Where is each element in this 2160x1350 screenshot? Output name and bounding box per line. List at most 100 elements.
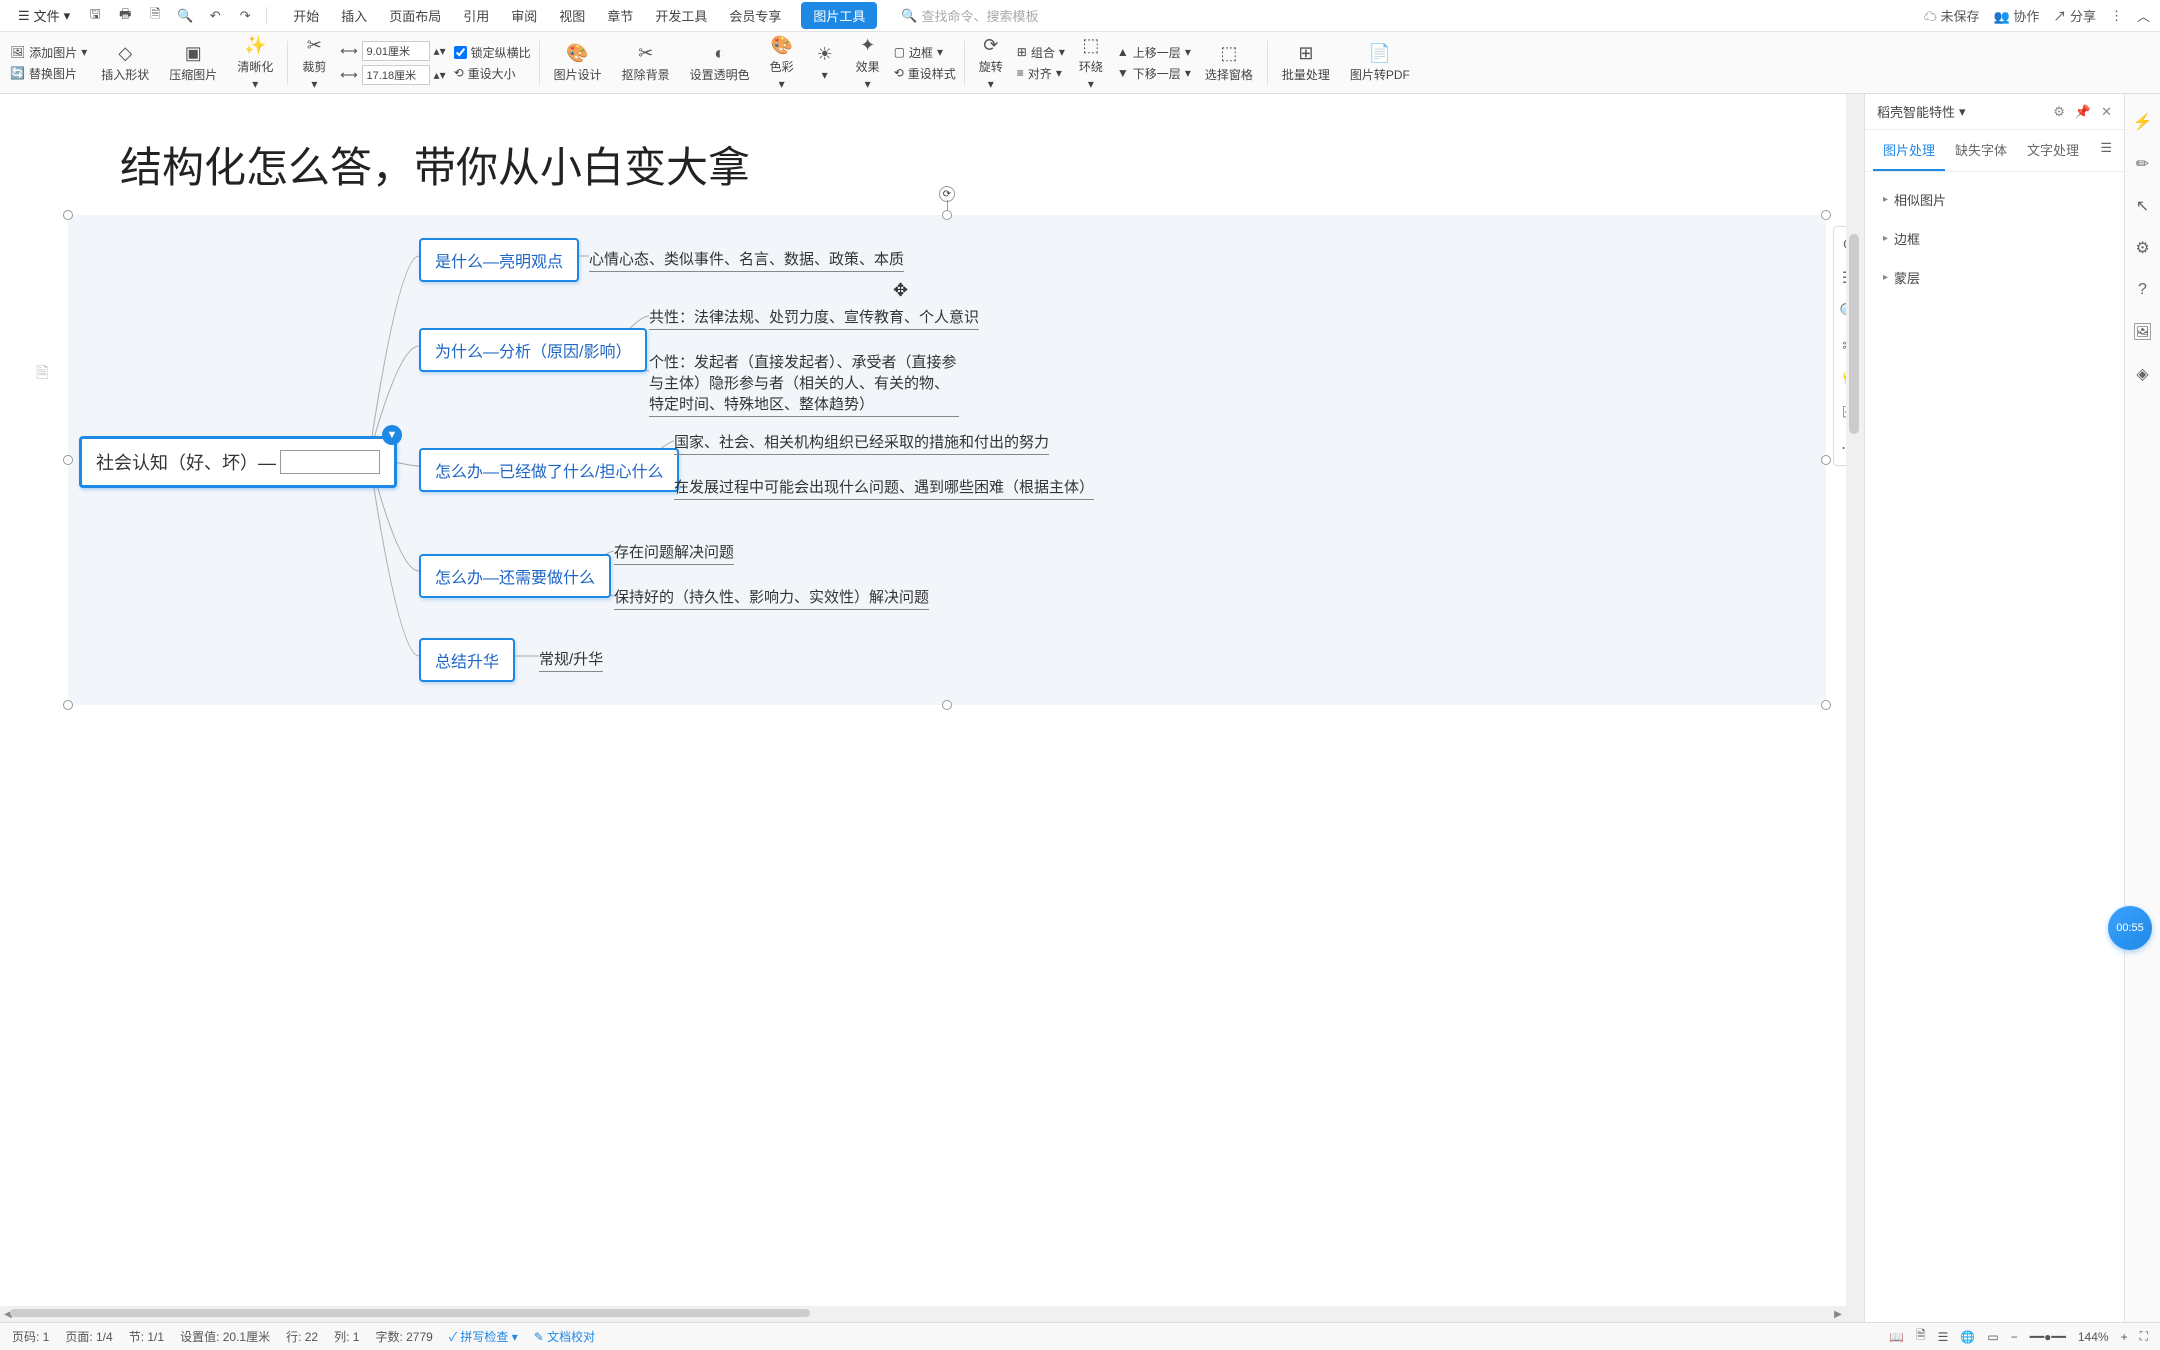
resize-handle[interactable] xyxy=(1821,700,1831,710)
close-panel-icon[interactable]: ✕ xyxy=(2101,104,2112,120)
panel-title[interactable]: 稻壳智能特性 ▾ xyxy=(1877,102,1966,121)
reset-size-button[interactable]: ⟲ 重设大小 xyxy=(454,65,531,82)
resize-handle[interactable] xyxy=(1821,455,1831,465)
resize-handle[interactable] xyxy=(942,700,952,710)
unsaved-indicator[interactable]: ☁ 未保存 xyxy=(1924,6,1980,25)
lock-ratio-checkbox[interactable]: 锁定纵横比 xyxy=(454,44,531,61)
crop-button[interactable]: ✂裁剪 ▾ xyxy=(296,34,332,91)
resize-handle[interactable] xyxy=(63,455,73,465)
image-design-button[interactable]: 🎨图片设计 xyxy=(548,42,608,83)
collapse-badge[interactable]: ▼ xyxy=(382,425,402,445)
menu-tab[interactable]: 图片工具 xyxy=(801,2,877,29)
to-pdf-button[interactable]: 📄图片转PDF xyxy=(1344,42,1416,83)
command-search[interactable]: 🔍 查找命令、搜索模板 xyxy=(901,6,1038,25)
panel-item[interactable]: 相似图片 xyxy=(1865,180,2124,219)
menu-tab[interactable]: 审阅 xyxy=(509,2,539,29)
preview-icon[interactable]: 🗎 xyxy=(142,3,168,29)
up-layer-button[interactable]: ▲ 上移一层 ▾ xyxy=(1117,44,1191,61)
idea-tool-icon[interactable]: 💡 xyxy=(1834,363,1846,397)
settings-icon[interactable]: ⚙ xyxy=(2053,104,2065,120)
menu-tab[interactable]: 开发工具 xyxy=(653,2,709,29)
panel-item[interactable]: 边框 xyxy=(1865,219,2124,258)
vertical-scrollbar[interactable] xyxy=(1846,94,1864,1322)
collapse-tool-icon[interactable]: ⊖ xyxy=(1834,227,1846,261)
wrap-button[interactable]: ⬚环绕 ▾ xyxy=(1073,34,1109,91)
effect-button[interactable]: ✦效果 ▾ xyxy=(850,34,886,91)
collapse-ribbon-icon[interactable]: ︿ xyxy=(2137,6,2150,25)
view-mode-icon[interactable]: 📖 xyxy=(1889,1330,1904,1344)
horizontal-scrollbar[interactable]: ◀▶ xyxy=(0,1306,1846,1322)
menu-tab[interactable]: 视图 xyxy=(557,2,587,29)
rail-photo-icon[interactable]: 🖼 xyxy=(2131,320,2155,344)
undo-icon[interactable]: ↶ xyxy=(202,3,228,29)
compress-button[interactable]: ▣压缩图片 xyxy=(163,42,223,83)
more-tool-icon[interactable]: ⋯ xyxy=(1834,431,1846,465)
collab-button[interactable]: 👥 协作 xyxy=(1994,6,2040,25)
menu-tab[interactable]: 会员专享 xyxy=(727,2,783,29)
save-icon[interactable]: 🖫 xyxy=(82,3,108,29)
share-button[interactable]: ↗ 分享 xyxy=(2053,6,2096,25)
select-pane-button[interactable]: ⬚选择窗格 xyxy=(1199,42,1259,83)
timer-badge[interactable]: 00:55 xyxy=(2108,906,2152,950)
down-layer-button[interactable]: ▼ 下移一层 ▾ xyxy=(1117,65,1191,82)
zoom-value[interactable]: 144% xyxy=(2078,1330,2109,1344)
spellcheck-button[interactable]: ✓ 拼写检查 ▾ xyxy=(449,1328,518,1345)
panel-tab[interactable]: 缺失字体 xyxy=(1945,130,2017,171)
menu-tab[interactable]: 开始 xyxy=(291,2,321,29)
zoom-slider[interactable]: ━━●━━ xyxy=(2030,1330,2066,1344)
fullscreen-icon[interactable]: ⛶ xyxy=(2140,1329,2148,1344)
rail-help-icon[interactable]: ? xyxy=(2131,278,2155,302)
resize-handle[interactable] xyxy=(63,210,73,220)
border-button[interactable]: ▢ 边框 ▾ xyxy=(894,44,956,61)
crop-tool-icon[interactable]: ✂ xyxy=(1834,329,1846,363)
align-button[interactable]: ≡ 对齐 ▾ xyxy=(1017,65,1065,82)
add-image-button[interactable]: 🖼添加图片 ▾ xyxy=(10,44,87,61)
reset-style-button[interactable]: ⟲ 重设样式 xyxy=(894,65,956,82)
view-read-icon[interactable]: ▭ xyxy=(1987,1330,1998,1344)
layout-tool-icon[interactable]: ☰ xyxy=(1834,261,1846,295)
transparency-button[interactable]: ◐设置透明色 xyxy=(684,42,756,83)
brightness-icon[interactable]: ☀▾ xyxy=(808,44,842,82)
resize-handle[interactable] xyxy=(63,700,73,710)
copy-tool-icon[interactable]: ⎘ xyxy=(1834,397,1846,431)
zoom-in-icon[interactable]: + xyxy=(2121,1330,2128,1344)
print-icon[interactable]: 🖶 xyxy=(112,3,138,29)
resize-handle[interactable] xyxy=(942,210,952,220)
zoom-out-icon[interactable]: − xyxy=(2011,1330,2018,1344)
menu-tab[interactable]: 引用 xyxy=(461,2,491,29)
clarity-button[interactable]: ✨清晰化 ▾ xyxy=(231,34,279,91)
rail-cursor-icon[interactable]: ↖ xyxy=(2131,194,2155,218)
width-input[interactable]: ⟷ 9.01厘米 ▴▾ xyxy=(340,41,445,61)
file-menu[interactable]: ☰ 文件 ▾ xyxy=(10,4,78,27)
panel-tab[interactable]: 文字处理 xyxy=(2017,130,2089,171)
proofread-button[interactable]: ✎ 文档校对 xyxy=(534,1328,595,1345)
replace-image-button[interactable]: 🔄替换图片 xyxy=(10,65,87,82)
search-doc-icon[interactable]: 🔍 xyxy=(172,3,198,29)
panel-menu-icon[interactable]: ☰ xyxy=(2096,130,2116,171)
view-web-icon[interactable]: 🌐 xyxy=(1960,1330,1975,1344)
batch-button[interactable]: ⊞批量处理 xyxy=(1276,42,1336,83)
mindmap-image[interactable]: ⟳ xyxy=(68,215,1826,705)
more-icon[interactable]: ⋮ xyxy=(2110,8,2123,24)
insert-shape-button[interactable]: ◇插入形状 xyxy=(95,42,155,83)
pin-icon[interactable]: 📌 xyxy=(2075,104,2091,120)
combine-button[interactable]: ⊞ 组合 ▾ xyxy=(1017,44,1065,61)
panel-item[interactable]: 蒙层 xyxy=(1865,258,2124,297)
menu-tab[interactable]: 章节 xyxy=(605,2,635,29)
menu-tab[interactable]: 插入 xyxy=(339,2,369,29)
zoom-tool-icon[interactable]: 🔍 xyxy=(1834,295,1846,329)
rail-edit-icon[interactable]: ✏ xyxy=(2131,152,2155,176)
remove-bg-button[interactable]: ✂抠除背景 xyxy=(616,42,676,83)
view-page-icon[interactable]: 🗎 xyxy=(1916,1326,1926,1347)
rail-tools-icon[interactable]: ⚡ xyxy=(2131,110,2155,134)
menu-tab[interactable]: 页面布局 xyxy=(387,2,443,29)
view-outline-icon[interactable]: ☰ xyxy=(1938,1330,1949,1344)
resize-handle[interactable] xyxy=(1821,210,1831,220)
rotate-button[interactable]: ⟳旋转 ▾ xyxy=(973,34,1009,91)
rail-ai-icon[interactable]: ◈ xyxy=(2131,362,2155,386)
height-input[interactable]: ⟷ 17.18厘米 ▴▾ xyxy=(340,65,445,85)
rail-adjust-icon[interactable]: ⚙ xyxy=(2131,236,2155,260)
color-button[interactable]: 🎨色彩 ▾ xyxy=(764,34,800,91)
redo-icon[interactable]: ↷ xyxy=(232,3,258,29)
panel-tab[interactable]: 图片处理 xyxy=(1873,130,1945,171)
